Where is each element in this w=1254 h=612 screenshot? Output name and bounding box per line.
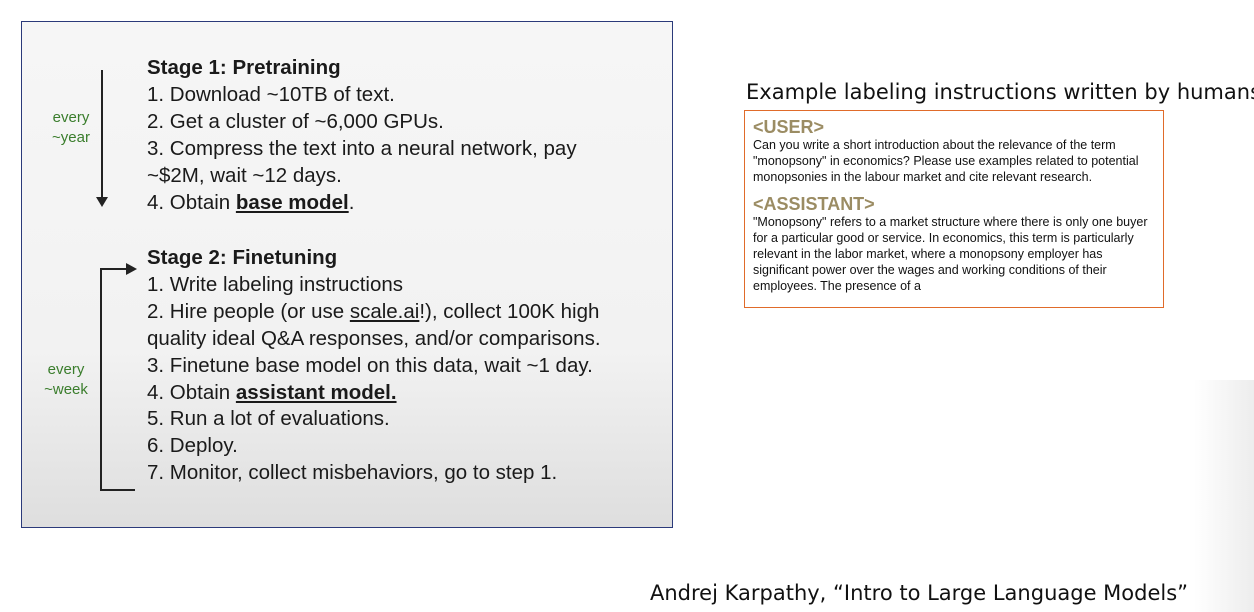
stage2-frequency-line1: every [47, 361, 85, 378]
stage1-block: Stage 1: Pretraining 1. Download ~10TB o… [147, 55, 577, 216]
stage1-step4: 4. Obtain base model. [147, 190, 577, 217]
stage2-step5: 5. Run a lot of evaluations. [147, 407, 390, 431]
stage2-step2: 2. Hire people (or use scale.ai!), colle… [147, 299, 601, 326]
stage2-step2-prefix: 2. Hire people (or use [147, 299, 350, 323]
stage2-step7: 7. Monitor, collect misbehaviors, go to … [147, 461, 558, 485]
stage2-step3: 3. Finetune base model on this data, wai… [147, 353, 593, 377]
stage2-title: Stage 2: Finetuning [147, 246, 338, 269]
stage2-step6: 6. Deploy. [147, 434, 238, 458]
stage2-step2-suffix: !), collect 100K high [419, 299, 600, 323]
caption: Andrej Karpathy, “Intro to Large Languag… [650, 581, 1189, 605]
stage1-step1: 1. Download ~10TB of text. [147, 82, 395, 106]
stage2-step2b: quality ideal Q&A responses, and/or comp… [147, 326, 601, 350]
example-box: <USER> Can you write a short introductio… [744, 110, 1164, 308]
assistant-text: "Monopsony" refers to a market structure… [753, 214, 1148, 294]
stage1-frequency-line1: every [52, 109, 90, 126]
stage2-loop-top [100, 268, 128, 270]
assistant-tag: <ASSISTANT> [753, 193, 875, 214]
stage1-step4-suffix: . [348, 190, 355, 214]
slide-panel: every ~year Stage 1: Pretraining 1. Down… [21, 21, 673, 528]
stage2-step1: 1. Write labeling instructions [147, 272, 403, 296]
scale-ai-link[interactable]: scale.ai [350, 300, 420, 323]
stage1-step4-prefix: 4. Obtain [147, 190, 236, 214]
stage1-step3a: 3. Compress the text into a neural netwo… [147, 136, 577, 160]
stage2-block: Stage 2: Finetuning 1. Write labeling in… [147, 245, 601, 487]
example-title: Example labeling instructions written by… [746, 80, 1254, 104]
stage2-frequency: every ~week [40, 360, 92, 400]
stage1-frequency-line2: ~year [52, 129, 90, 146]
base-model-term: base model [235, 190, 349, 214]
user-tag: <USER> [753, 117, 825, 137]
stage2-loop-vertical [100, 268, 102, 491]
background-shade [1194, 380, 1254, 612]
stage2-step4: 4. Obtain assistant model. [147, 380, 601, 407]
stage2-arrowhead-icon [126, 263, 137, 275]
stage1-arrowhead-icon [96, 197, 108, 207]
stage2-step4-prefix: 4. Obtain [147, 380, 236, 404]
stage1-frequency: every ~year [46, 108, 96, 148]
stage2-loop-bottom [100, 489, 135, 491]
stage1-title: Stage 1: Pretraining [147, 56, 341, 79]
stage1-cycle-line [101, 70, 103, 200]
stage1-step2: 2. Get a cluster of ~6,000 GPUs. [147, 109, 444, 133]
assistant-model-term: assistant model. [235, 380, 397, 404]
stage2-frequency-line2: ~week [44, 381, 88, 398]
stage1-step3b: ~$2M, wait ~12 days. [147, 163, 342, 187]
user-text: Can you write a short introduction about… [753, 138, 1139, 185]
